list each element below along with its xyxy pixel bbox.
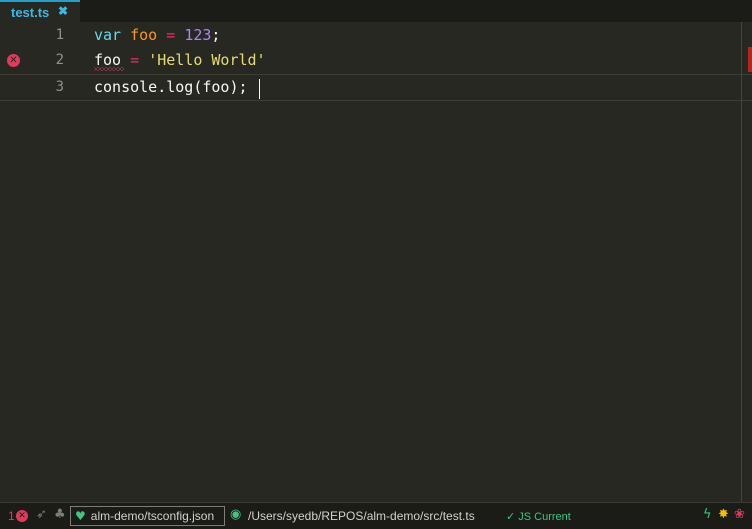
code-line-1[interactable]: 1 var foo = 123;: [0, 22, 752, 49]
tab-bar: test.ts ✖: [0, 0, 752, 22]
tab-test-ts[interactable]: test.ts ✖: [0, 0, 80, 22]
number-token: 123: [184, 26, 212, 44]
error-count[interactable]: 1: [8, 509, 15, 523]
code-line-3[interactable]: 3 console.log(foo);: [0, 74, 752, 101]
operator-token: =: [130, 51, 140, 69]
error-icon[interactable]: ✕: [16, 510, 28, 522]
punctuation-token: ;: [211, 26, 221, 44]
code-text[interactable]: var foo = 123;: [94, 22, 220, 49]
file-path[interactable]: /Users/syedb/REPOS/alm-demo/src/test.ts: [248, 509, 475, 523]
bug-icon[interactable]: ❀: [734, 507, 745, 522]
text-cursor: [259, 79, 260, 99]
operator-token: =: [166, 26, 176, 44]
heart-icon: ♥: [75, 509, 86, 523]
variable-token: foo: [130, 26, 158, 44]
close-icon[interactable]: ✖: [58, 4, 68, 18]
line-number: 1: [55, 27, 64, 43]
error-icon[interactable]: ✕: [7, 54, 20, 67]
bolt-icon[interactable]: ϟ: [703, 507, 712, 522]
line-number: 3: [55, 79, 64, 95]
keyword-token: var: [94, 26, 122, 44]
project-selector[interactable]: ♥ alm-demo/tsconfig.json: [70, 506, 225, 526]
tree-icon[interactable]: ♣: [54, 507, 66, 522]
error-squiggle: [94, 67, 124, 71]
scrollbar-error-marker[interactable]: [748, 47, 752, 72]
string-token: 'Hello World': [148, 51, 266, 69]
tab-title: test.ts: [11, 4, 50, 20]
line-number: 2: [55, 52, 64, 68]
status-bar: 1 ✕ ➶ ♣ ♥ alm-demo/tsconfig.json ◉ /User…: [0, 502, 752, 529]
code-text[interactable]: console.log(foo);: [94, 74, 248, 101]
project-name: alm-demo/tsconfig.json: [90, 509, 215, 523]
code-line-2[interactable]: ✕ 2 foo = 'Hello World': [0, 47, 752, 74]
ruler-line: [741, 22, 742, 502]
sparkle-icon[interactable]: ✸: [718, 507, 729, 522]
rocket-icon[interactable]: ➶: [36, 507, 47, 522]
js-status[interactable]: ✓ JS Current: [506, 510, 571, 523]
code-editor[interactable]: 1 var foo = 123; ✕ 2 foo = 'Hello World'…: [0, 22, 752, 502]
eye-icon[interactable]: ◉: [230, 507, 241, 522]
